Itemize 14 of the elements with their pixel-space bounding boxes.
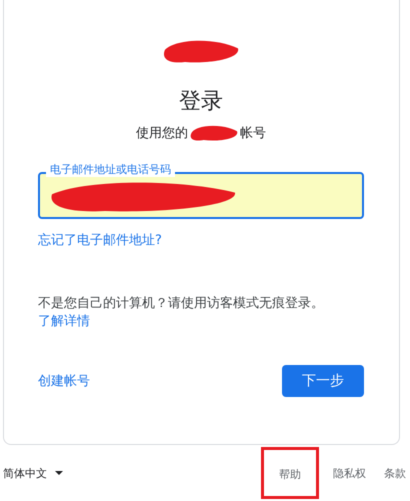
create-account-link[interactable]: 创建帐号 [38,372,90,390]
language-selector[interactable]: 简体中文 [3,466,63,480]
field-label: 电子邮件地址或电话号码 [46,163,175,177]
footer-link[interactable]: 帮助 [261,447,319,499]
footer-link[interactable]: 隐私权 [333,466,366,480]
dropdown-caret-icon [55,471,63,475]
next-button[interactable]: 下一步 [282,365,364,397]
subtitle-text: 使用您的 [136,125,188,142]
guest-mode-note: 不是您自己的计算机？请使用访客模式无痕登录。 [38,296,324,311]
subtitle-text: 帐号 [240,125,266,142]
learn-more-link[interactable]: 了解详情 [38,314,90,329]
forgot-email-link[interactable]: 忘记了电子邮件地址? [38,231,162,249]
sign-in-title: 登录 [178,88,224,116]
footer-link[interactable]: 条款 [384,466,406,480]
